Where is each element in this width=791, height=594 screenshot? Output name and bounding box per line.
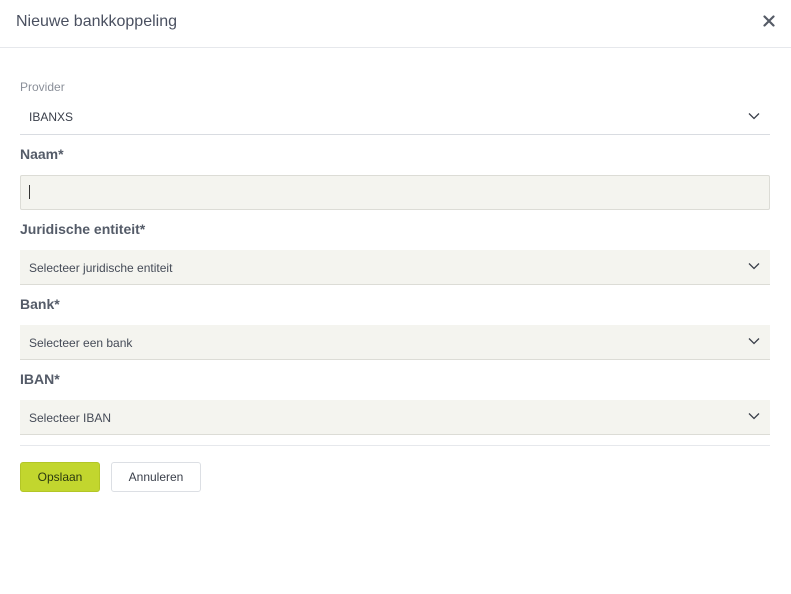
- cancel-button[interactable]: Annuleren: [111, 462, 201, 492]
- modal-title: Nieuwe bankkoppeling: [16, 13, 177, 30]
- chevron-down-icon: [748, 263, 760, 270]
- iban-label: IBAN*: [20, 371, 60, 387]
- provider-label: Provider: [20, 80, 65, 94]
- legal-entity-select[interactable]: Selecteer juridische entiteit: [20, 250, 770, 285]
- bank-select[interactable]: Selecteer een bank: [20, 325, 770, 360]
- name-input[interactable]: [20, 175, 770, 210]
- provider-select-value: IBANXS: [29, 110, 74, 124]
- text-caret: [29, 185, 30, 199]
- provider-select[interactable]: IBANXS: [20, 100, 770, 135]
- modal-header: Nieuwe bankkoppeling: [0, 0, 791, 48]
- bank-label: Bank*: [20, 296, 60, 312]
- chevron-down-icon: [748, 113, 760, 120]
- iban-select[interactable]: Selecteer IBAN: [20, 400, 770, 435]
- form-divider: [20, 445, 770, 446]
- bank-placeholder: Selecteer een bank: [29, 336, 133, 350]
- new-bank-connection-modal: Nieuwe bankkoppeling Provider IBANXS Naa…: [0, 0, 791, 594]
- iban-placeholder: Selecteer IBAN: [29, 411, 112, 425]
- save-button[interactable]: Opslaan: [20, 462, 100, 492]
- legal-entity-label: Juridische entiteit*: [20, 221, 146, 237]
- chevron-down-icon: [748, 338, 760, 345]
- name-label: Naam*: [20, 146, 64, 162]
- chevron-down-icon: [748, 413, 760, 420]
- legal-entity-placeholder: Selecteer juridische entiteit: [29, 261, 173, 275]
- close-icon: [763, 15, 775, 27]
- close-button[interactable]: [760, 12, 778, 30]
